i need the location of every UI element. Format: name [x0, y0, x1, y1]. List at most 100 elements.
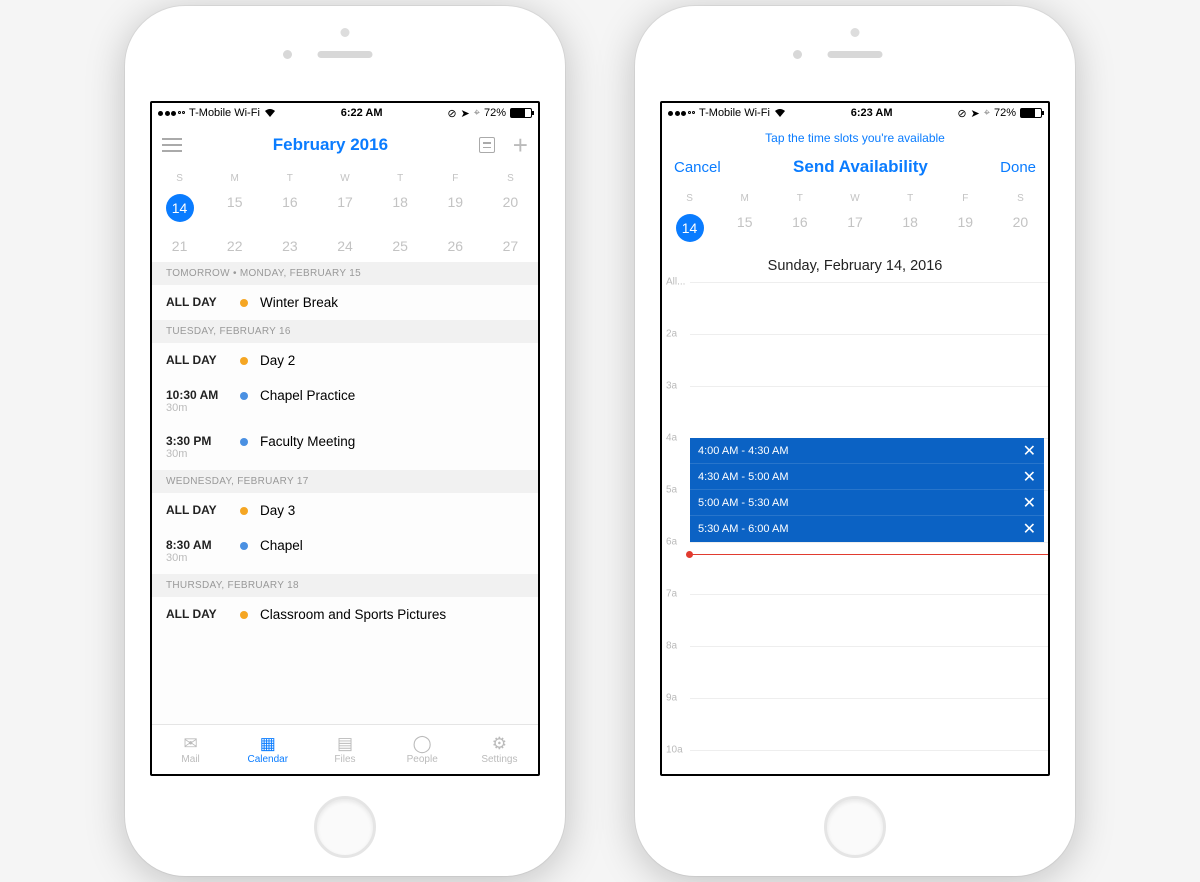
availability-block[interactable]: 4:00 AM - 4:30 AM✕4:30 AM - 5:00 AM✕5:00… [690, 438, 1044, 542]
date-cell[interactable]: 19 [428, 186, 483, 230]
phone-right: T-Mobile Wi-Fi 6:23 AM ⊘ ➤ ⌖ 72% Tap the… [635, 6, 1075, 876]
date-cell[interactable]: 20 [483, 186, 538, 230]
remove-slot-icon[interactable]: ✕ [1023, 493, 1036, 513]
date-cell[interactable]: 15 [207, 186, 262, 230]
hour-line [690, 594, 1048, 595]
weekday-label: W [827, 193, 882, 204]
settings-icon: ⚙ [488, 734, 510, 752]
hour-line [690, 334, 1048, 335]
remove-slot-icon[interactable]: ✕ [1023, 441, 1036, 461]
tab-label: Calendar [247, 754, 288, 765]
date-cell[interactable]: 19 [938, 206, 993, 250]
people-icon: ◯ [411, 734, 433, 752]
event-row[interactable]: ALL DAYClassroom and Sports Pictures [152, 597, 538, 632]
tab-people[interactable]: ◯People [384, 725, 461, 774]
event-row[interactable]: ALL DAYDay 3 [152, 493, 538, 528]
menu-icon[interactable] [162, 138, 182, 152]
agenda-view-icon[interactable] [479, 137, 495, 153]
battery-icon [510, 108, 532, 118]
date-cell[interactable]: 27 [483, 230, 538, 262]
cancel-button[interactable]: Cancel [674, 159, 721, 176]
current-time-indicator [690, 554, 1048, 555]
date-cell[interactable]: 17 [827, 206, 882, 250]
event-time: 3:30 PM30m [166, 434, 228, 460]
done-button[interactable]: Done [1000, 159, 1036, 176]
event-row[interactable]: 8:30 AM30mChapel [152, 528, 538, 574]
location-icon: ➤ [461, 107, 470, 120]
event-title: Winter Break [260, 295, 338, 310]
hour-line [690, 386, 1048, 387]
weekday-label: T [373, 173, 428, 184]
agenda-list[interactable]: TOMORROW • MONDAY, FEBRUARY 15ALL DAYWin… [152, 262, 538, 724]
tab-label: Mail [181, 754, 199, 765]
event-time: ALL DAY [166, 295, 228, 309]
event-row[interactable]: ALL DAY Winter Break [152, 285, 538, 320]
hour-label: 5a [666, 485, 677, 496]
date-cell[interactable]: 15 [717, 206, 772, 250]
date-cell[interactable]: 18 [883, 206, 938, 250]
weekday-label: S [993, 193, 1048, 204]
hour-label: 8a [666, 641, 677, 652]
nav-bar: February 2016 + [152, 123, 538, 167]
date-cell[interactable]: 17 [317, 186, 372, 230]
event-time: ALL DAY [166, 503, 228, 517]
remove-slot-icon[interactable]: ✕ [1023, 467, 1036, 487]
screen-title: Send Availability [793, 157, 928, 177]
weekday-label: M [207, 173, 262, 184]
add-event-icon[interactable]: + [513, 137, 528, 153]
availability-slot[interactable]: 5:30 AM - 6:00 AM✕ [690, 516, 1044, 542]
date-row-2: 21222324252627 [152, 230, 538, 262]
event-title: Day 2 [260, 353, 295, 368]
date-cell[interactable]: 16 [262, 186, 317, 230]
event-row[interactable]: 10:30 AM30mChapel Practice [152, 378, 538, 424]
date-cell[interactable]: 16 [772, 206, 827, 250]
weekday-label: F [428, 173, 483, 184]
mail-icon: ✉ [180, 734, 202, 752]
date-cell[interactable]: 21 [152, 230, 207, 262]
date-cell[interactable]: 23 [262, 230, 317, 262]
hour-line [690, 542, 1048, 543]
date-cell[interactable]: 25 [373, 230, 428, 262]
date-cell[interactable]: 14 [152, 186, 207, 230]
availability-slot[interactable]: 4:00 AM - 4:30 AM✕ [690, 438, 1044, 464]
bluetooth-icon: ⌖ [984, 107, 990, 120]
date-cell[interactable]: 14 [662, 206, 717, 250]
availability-slot[interactable]: 5:00 AM - 5:30 AM✕ [690, 490, 1044, 516]
weekday-label: T [772, 193, 827, 204]
tab-settings[interactable]: ⚙Settings [461, 725, 538, 774]
battery-pct: 72% [994, 107, 1016, 119]
location-icon: ➤ [971, 107, 980, 120]
date-cell[interactable]: 22 [207, 230, 262, 262]
files-icon: ▤ [334, 734, 356, 752]
section-header: THURSDAY, FEBRUARY 18 [152, 574, 538, 597]
tab-calendar[interactable]: ▦Calendar [229, 725, 306, 774]
hour-label: 7a [666, 589, 677, 600]
nav-bar: Cancel Send Availability Done [662, 147, 1048, 187]
date-cell[interactable]: 20 [993, 206, 1048, 250]
bluetooth-icon: ⌖ [474, 107, 480, 120]
remove-slot-icon[interactable]: ✕ [1023, 519, 1036, 539]
battery-pct: 72% [484, 107, 506, 119]
availability-slot[interactable]: 4:30 AM - 5:00 AM ✕ [690, 464, 1044, 490]
hour-label: 3a [666, 381, 677, 392]
event-row[interactable]: ALL DAY Day 2 [152, 343, 538, 378]
event-color-dot [240, 438, 248, 446]
home-button[interactable] [314, 796, 376, 858]
event-row[interactable]: 3:30 PM30mFaculty Meeting [152, 424, 538, 470]
slot-label: 4:30 AM - 5:00 AM [698, 471, 789, 483]
hour-label: All... [666, 277, 685, 288]
weekday-header: SMTWTFS [152, 167, 538, 186]
date-cell[interactable]: 24 [317, 230, 372, 262]
hour-label: 9a [666, 693, 677, 704]
month-title[interactable]: February 2016 [273, 135, 388, 155]
date-cell[interactable]: 18 [373, 186, 428, 230]
weekday-label: S [662, 193, 717, 204]
tab-mail[interactable]: ✉ Mail [152, 725, 229, 774]
signal-dots-icon [668, 111, 695, 116]
timeline[interactable]: All...2a3a4a5a6a7a8a9a10a4:00 AM - 4:30 … [662, 282, 1048, 774]
event-time: ALL DAY [166, 353, 228, 367]
hour-line [690, 646, 1048, 647]
date-cell[interactable]: 26 [428, 230, 483, 262]
tab-files[interactable]: ▤Files [306, 725, 383, 774]
home-button[interactable] [824, 796, 886, 858]
